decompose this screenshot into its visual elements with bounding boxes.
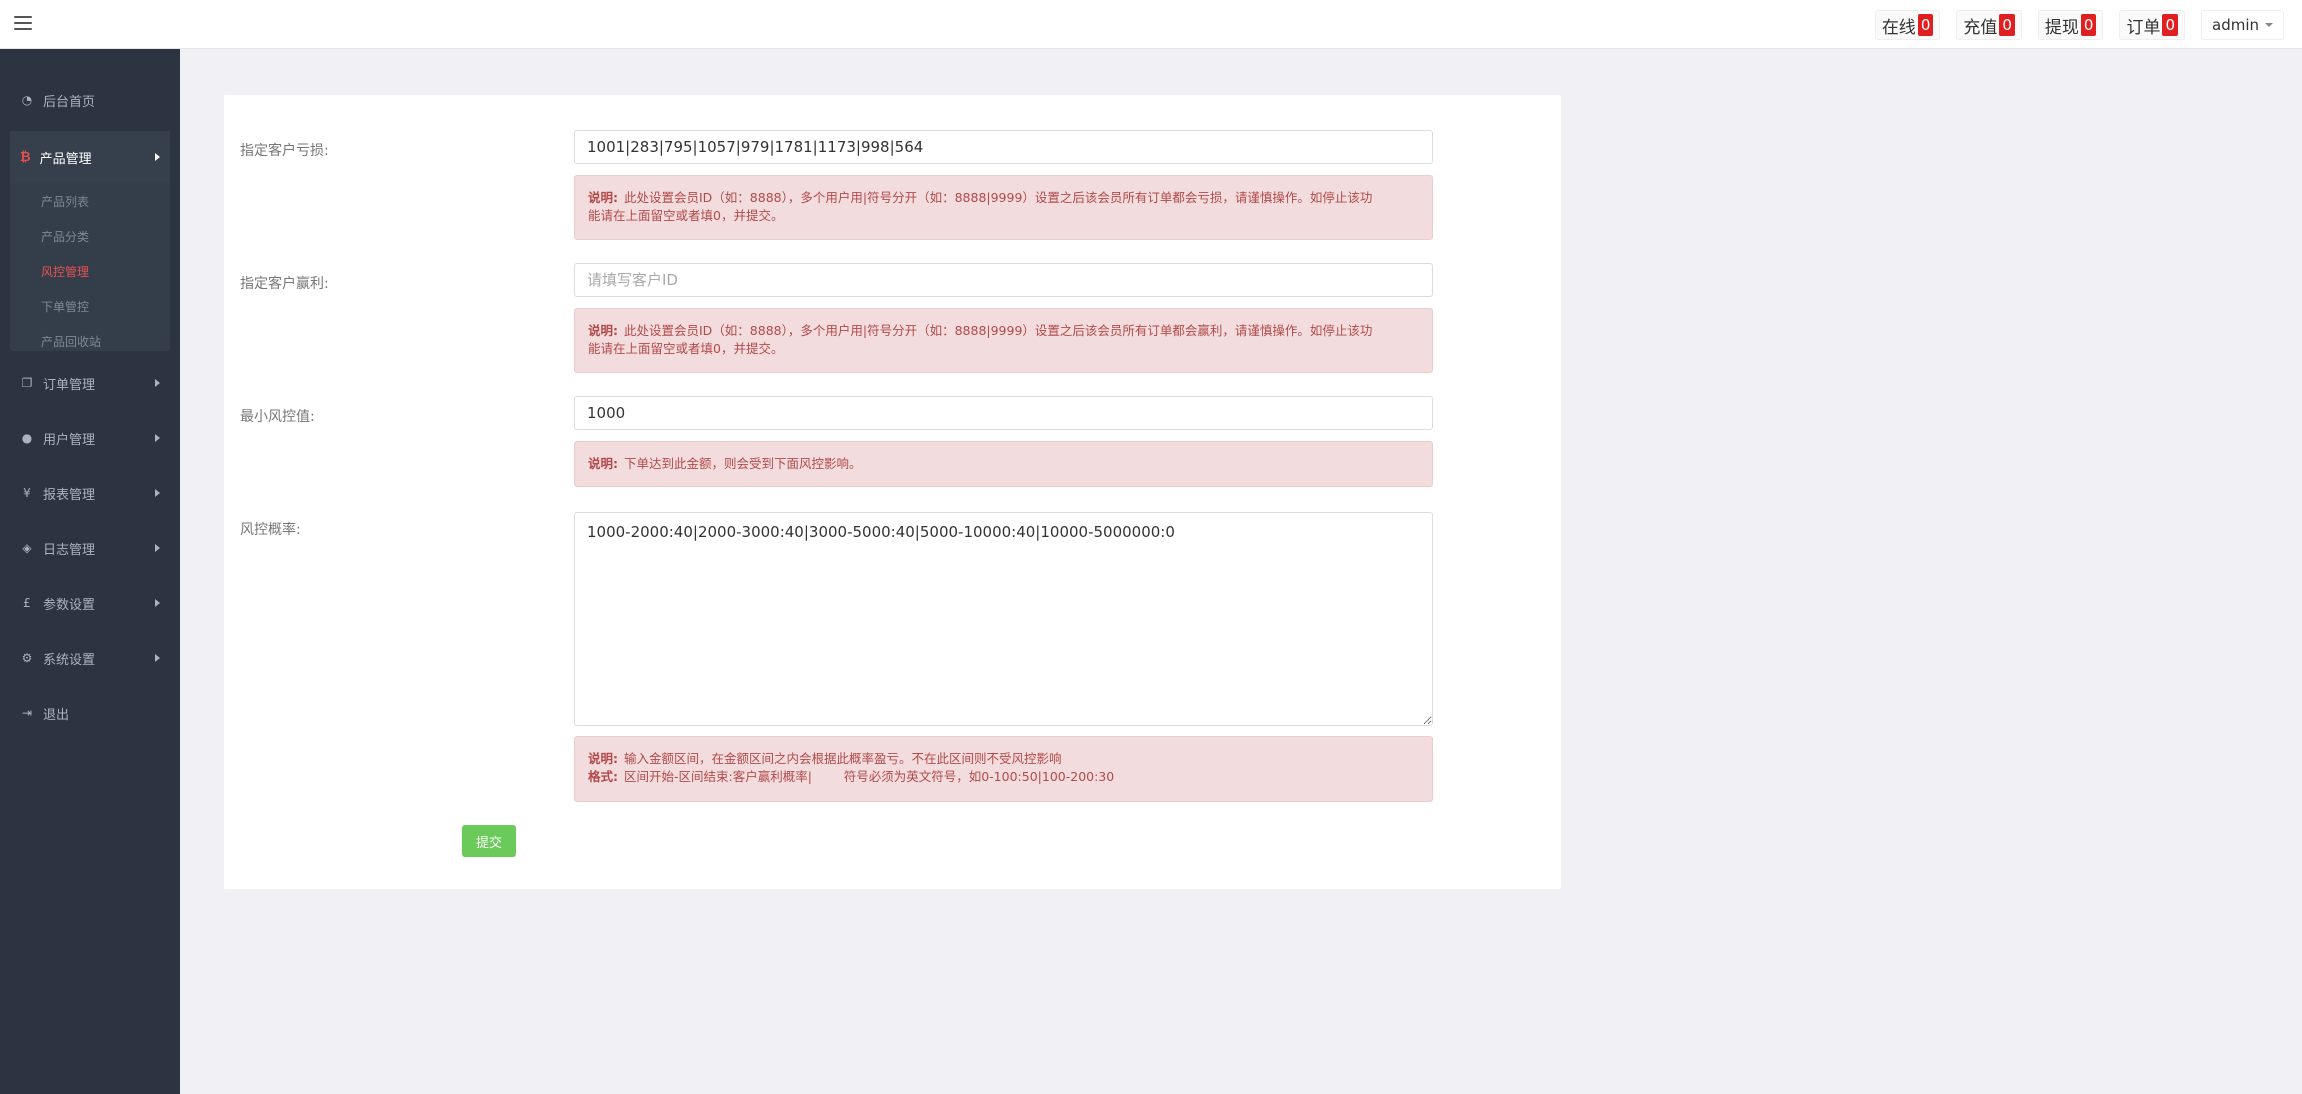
note-text: 输入金额区间，在金额区间之内会根据此概率盈亏。不在此区间则不受风控影响 (624, 751, 1062, 766)
sidebar-subitem-product-recycle[interactable]: 产品回收站 (41, 333, 101, 353)
stat-orders[interactable]: 订单 0 (2119, 10, 2185, 40)
note-line: 能请在上面留空或者填0，并提交。 (588, 341, 784, 356)
note-line: 能请在上面留空或者填0，并提交。 (588, 208, 784, 223)
user-name: admin (2212, 16, 2259, 34)
note-title: 格式: (588, 769, 618, 784)
sidebar-item-label: 报表管理 (43, 487, 96, 503)
submit-button[interactable]: 提交 (462, 825, 516, 857)
sidebar-group-products: ₿ 产品管理 产品列表 产品分类 风控管理 下单管控 产品回收站 (10, 131, 170, 351)
sidebar-item-label: 用户管理 (43, 432, 96, 448)
chevron-right-icon (155, 544, 160, 552)
pound-icon: £ (23, 596, 31, 610)
chevron-right-icon (155, 379, 160, 387)
sidebar-item-reports[interactable]: ¥ 报表管理 (0, 468, 180, 518)
tags-icon: ◈ (22, 541, 32, 555)
loss-label: 指定客户亏损: (240, 143, 329, 159)
gears-icon: ⚙ (21, 651, 33, 665)
risk-control-form: 指定客户亏损: 说明: 此处设置会员ID（如：8888），多个用户用|符号分开（如… (224, 95, 1561, 889)
top-bar: 在线 0 充值 0 提现 0 订单 0 admin (0, 0, 2302, 49)
note-line: 格式: 区间开始-区间结束:客户赢利概率| 符号必须为英文符号，如0-100:50… (588, 768, 1419, 786)
chevron-right-icon (155, 654, 160, 662)
sidebar-item-label: 日志管理 (43, 542, 96, 558)
yen-icon: ¥ (23, 486, 31, 500)
stat-badge: 0 (1917, 14, 1934, 36)
min-risk-label: 最小风控值: (240, 409, 315, 425)
min-risk-input[interactable] (574, 396, 1433, 430)
sidebar-item-label: 退出 (43, 707, 70, 723)
user-menu[interactable]: admin (2201, 10, 2284, 40)
stat-label: 订单 (2126, 17, 2161, 38)
stat-withdraw[interactable]: 提现 0 (2037, 10, 2104, 40)
min-risk-note: 说明: 下单达到此金额，则会受到下面风控影响。 (574, 441, 1433, 487)
sidebar-item-orders[interactable]: ❐ 订单管理 (0, 358, 180, 408)
copy-icon: ❐ (21, 376, 33, 390)
sidebar-item-label: 后台首页 (43, 94, 96, 110)
stat-badge: 0 (2162, 14, 2178, 36)
stat-online[interactable]: 在线 0 (1874, 10, 1941, 40)
loss-customer-input[interactable] (574, 130, 1433, 164)
sidebar-item-params[interactable]: £ 参数设置 (0, 578, 180, 628)
sidebar-item-label: 订单管理 (43, 377, 96, 393)
sidebar: ◔ 后台首页 ₿ 产品管理 产品列表 产品分类 风控管理 下单管控 产品回收站 ❐ 订… (0, 49, 180, 1094)
stat-badge: 0 (2080, 14, 2097, 36)
sidebar-item-label: 参数设置 (43, 597, 96, 613)
note-line: 说明: 下单达到此金额，则会受到下面风控影响。 (588, 455, 1419, 473)
sidebar-item-home[interactable]: ◔ 后台首页 (0, 75, 180, 125)
sidebar-item-label: 系统设置 (43, 652, 96, 668)
bitcoin-icon: ₿ (20, 150, 31, 165)
stat-label: 充值 (1963, 17, 1998, 38)
note-title: 说明: (588, 323, 618, 338)
risk-rate-label: 风控概率: (240, 522, 301, 538)
dashboard-icon: ◔ (21, 93, 33, 107)
sidebar-item-users[interactable]: ● 用户管理 (0, 413, 180, 463)
note-title: 说明: (588, 751, 618, 766)
note-line: 说明: 输入金额区间，在金额区间之内会根据此概率盈亏。不在此区间则不受风控影响 (588, 750, 1419, 768)
stat-label: 提现 (2044, 17, 2079, 38)
note-title: 说明: (588, 190, 618, 205)
chevron-down-icon (2265, 23, 2273, 27)
sidebar-item-logs[interactable]: ◈ 日志管理 (0, 523, 180, 573)
sidebar-item-logout[interactable]: ⇥ 退出 (0, 688, 180, 738)
profit-customer-input[interactable] (574, 263, 1433, 297)
note-text: 下单达到此金额，则会受到下面风控影响。 (624, 456, 862, 471)
sidebar-subitem-product-category[interactable]: 产品分类 (41, 228, 89, 248)
chevron-right-icon (155, 489, 160, 497)
profit-note: 说明: 此处设置会员ID（如：8888），多个用户用|符号分开（如：8888|99… (574, 308, 1433, 373)
stat-badge: 0 (1999, 14, 2015, 36)
stat-recharge[interactable]: 充值 0 (1956, 10, 2022, 40)
menu-toggle-icon[interactable] (14, 16, 32, 32)
user-icon: ● (21, 431, 33, 445)
note-title: 说明: (588, 456, 618, 471)
risk-rate-textarea[interactable]: 1000-2000:40|2000-3000:40|3000-5000:40|5… (574, 512, 1433, 726)
sidebar-subitem-order-control[interactable]: 下单管控 (41, 298, 89, 318)
risk-rate-note: 说明: 输入金额区间，在金额区间之内会根据此概率盈亏。不在此区间则不受风控影响 格… (574, 736, 1433, 802)
note-line: 说明: 此处设置会员ID（如：8888），多个用户用|符号分开（如：8888|99… (588, 322, 1419, 340)
note-text: 区间开始-区间结束:客户赢利概率| 符号必须为英文符号，如0-100:50|10… (624, 769, 1115, 784)
top-right-stats: 在线 0 充值 0 提现 0 订单 0 admin (1874, 10, 2284, 40)
profit-label: 指定客户赢利: (240, 276, 329, 292)
chevron-right-icon (155, 434, 160, 442)
sign-out-icon: ⇥ (21, 706, 33, 720)
sidebar-item-label: 产品管理 (39, 151, 92, 167)
note-text: 此处设置会员ID（如：8888），多个用户用|符号分开（如：8888|9999）… (624, 190, 1373, 205)
chevron-right-icon (155, 599, 160, 607)
note-text: 此处设置会员ID（如：8888），多个用户用|符号分开（如：8888|9999）… (624, 323, 1373, 338)
sidebar-subitem-product-list[interactable]: 产品列表 (41, 193, 89, 213)
loss-note: 说明: 此处设置会员ID（如：8888），多个用户用|符号分开（如：8888|99… (574, 175, 1433, 240)
sidebar-item-system[interactable]: ⚙ 系统设置 (0, 633, 180, 683)
chevron-right-icon (155, 153, 160, 161)
sidebar-subitem-risk-control[interactable]: 风控管理 (41, 263, 89, 283)
sidebar-item-products[interactable]: ₿ 产品管理 (10, 131, 170, 183)
note-line: 说明: 此处设置会员ID（如：8888），多个用户用|符号分开（如：8888|99… (588, 189, 1419, 207)
stat-label: 在线 (1881, 17, 1916, 38)
